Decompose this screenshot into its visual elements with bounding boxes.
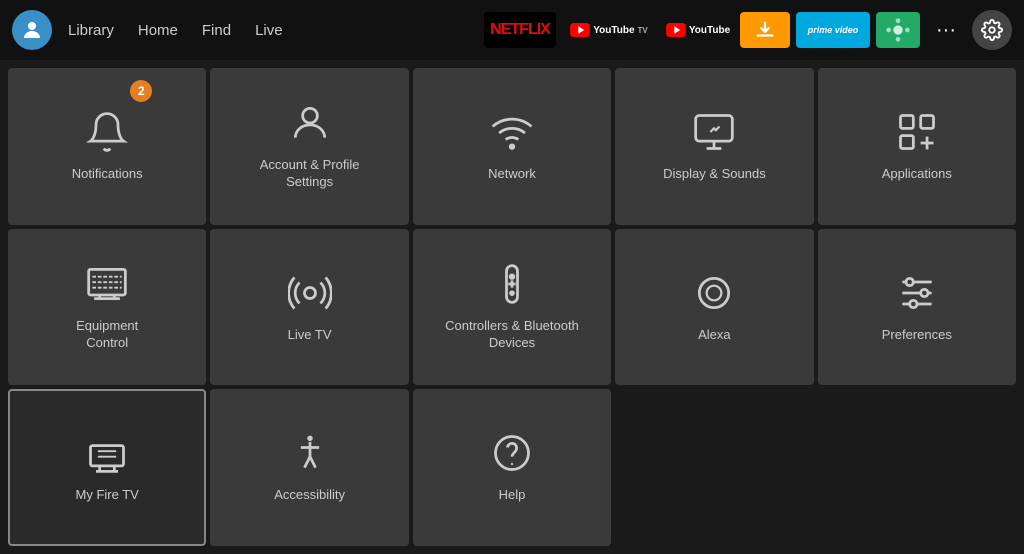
netflix-app-icon[interactable]: NETFLIX xyxy=(484,12,556,48)
tv-icon xyxy=(85,262,129,306)
remote-icon xyxy=(490,262,534,306)
display-label: Display & Sounds xyxy=(663,166,766,183)
youtube-app-icon[interactable]: YouTube xyxy=(662,12,734,48)
tile-notifications[interactable]: 2 Notifications xyxy=(8,68,206,225)
sliders-icon xyxy=(895,271,939,315)
tile-network[interactable]: Network xyxy=(413,68,611,225)
nav-links: Library Home Find Live xyxy=(68,22,283,39)
tile-alexa[interactable]: Alexa xyxy=(615,229,813,386)
equipment-label: Equipment Control xyxy=(76,318,138,352)
tile-applications[interactable]: Applications xyxy=(818,68,1016,225)
accessibility-icon xyxy=(288,431,332,475)
tile-livetv[interactable]: Live TV xyxy=(210,229,408,386)
livetv-label: Live TV xyxy=(288,327,332,344)
account-label: Account & Profile Settings xyxy=(260,157,360,191)
tile-help[interactable]: Help xyxy=(413,389,611,546)
tile-controllers[interactable]: Controllers & Bluetooth Devices xyxy=(413,229,611,386)
help-icon xyxy=(490,431,534,475)
nav-find[interactable]: Find xyxy=(202,22,231,39)
tile-account[interactable]: Account & Profile Settings xyxy=(210,68,408,225)
antenna-icon xyxy=(288,271,332,315)
extra-app-icon[interactable] xyxy=(876,12,920,48)
app-icons-bar: NETFLIX YouTube TV YouTube prime video xyxy=(484,12,920,48)
prime-video-app-icon[interactable]: prime video xyxy=(796,12,870,48)
downloader-app-icon[interactable] xyxy=(740,12,790,48)
nav-live[interactable]: Live xyxy=(255,22,283,39)
tile-preferences[interactable]: Preferences xyxy=(818,229,1016,386)
notifications-label: Notifications xyxy=(72,166,143,183)
user-avatar[interactable] xyxy=(12,10,52,50)
tile-myfiretv[interactable]: My Fire TV xyxy=(8,389,206,546)
settings-button[interactable] xyxy=(972,10,1012,50)
person-icon xyxy=(288,101,332,145)
accessibility-label: Accessibility xyxy=(274,487,345,504)
display-icon xyxy=(692,110,736,154)
firetv-icon xyxy=(85,431,129,475)
top-navigation: Library Home Find Live NETFLIX YouTube T… xyxy=(0,0,1024,60)
settings-grid: 2 Notifications Account & Profile Settin… xyxy=(0,60,1024,554)
wifi-icon xyxy=(490,110,534,154)
apps-icon xyxy=(895,110,939,154)
alexa-icon xyxy=(692,271,736,315)
tile-accessibility[interactable]: Accessibility xyxy=(210,389,408,546)
notifications-badge: 2 xyxy=(130,80,152,102)
help-label: Help xyxy=(499,487,526,504)
nav-home[interactable]: Home xyxy=(138,22,178,39)
tile-display[interactable]: Display & Sounds xyxy=(615,68,813,225)
preferences-label: Preferences xyxy=(882,327,952,344)
bell-icon xyxy=(85,110,129,154)
network-label: Network xyxy=(488,166,536,183)
myfiretv-label: My Fire TV xyxy=(76,487,139,504)
alexa-label: Alexa xyxy=(698,327,731,344)
youtubetv-app-icon[interactable]: YouTube TV xyxy=(562,12,656,48)
more-button[interactable]: ··· xyxy=(928,15,964,46)
nav-library[interactable]: Library xyxy=(68,22,114,39)
controllers-label: Controllers & Bluetooth Devices xyxy=(445,318,579,352)
applications-label: Applications xyxy=(882,166,952,183)
tile-empty-2 xyxy=(818,389,1016,546)
tile-empty-1 xyxy=(615,389,813,546)
tile-equipment[interactable]: Equipment Control xyxy=(8,229,206,386)
